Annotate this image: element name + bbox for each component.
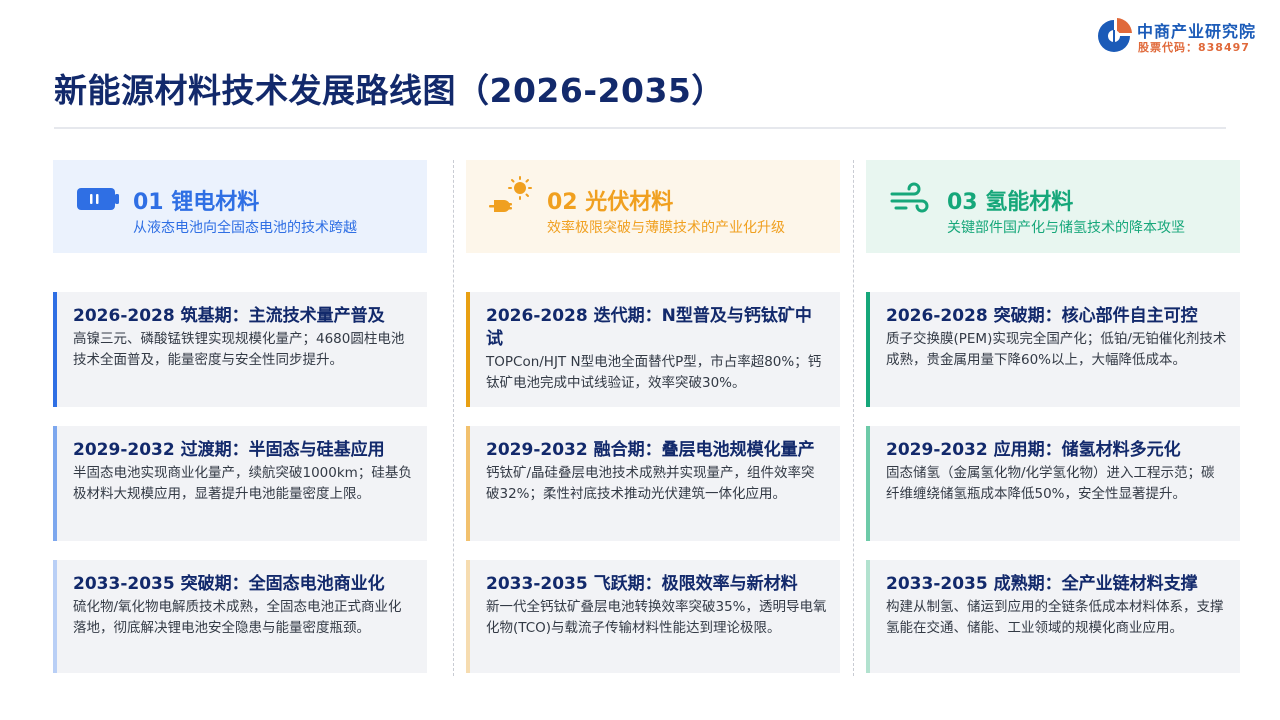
phase-title: 2033-2035 成熟期：全产业链材料支撑 [886,574,1198,594]
solar-phase-1: 2026-2028 迭代期：N型普及与钙钛矿中试 TOPCon/HJT N型电池… [466,292,840,407]
lithium-header-subtitle: 从液态电池向全固态电池的技术跨越 [133,220,357,236]
hydrogen-phase-1: 2026-2028 突破期：核心部件自主可控 质子交换膜(PEM)实现完全国产化… [866,292,1240,407]
page-title: 新能源材料技术发展路线图（2026-2035） [54,71,725,110]
phase-body: 构建从制氢、储运到应用的全链条低成本材料体系，支撑氢能在交通、储能、工业领域的规… [886,599,1224,636]
phase-title: 2026-2028 筑基期：主流技术量产普及 [73,306,385,326]
solar-phase-2: 2029-2032 融合期：叠层电池规模化量产 钙钛矿/晶硅叠层电池技术成熟并实… [466,426,840,541]
phase-body: 新一代全钙钛矿叠层电池转换效率突破35%，透明导电氧化物(TCO)与载流子传输材… [486,599,827,636]
phase-body: 高镍三元、磷酸锰铁锂实现规模化量产；4680圆柱电池技术全面普及，能量密度与安全… [73,331,405,368]
solar-plug-icon [489,176,532,212]
title-divider [54,127,1226,129]
phase-title: 2029-2032 应用期：储氢材料多元化 [886,440,1181,460]
phase-body: 半固态电池实现商业化量产，续航突破1000km；硅基负极材料大规模应用，显著提升… [73,465,412,502]
phase-body: 固态储氢（金属氢化物/化学氢化物）进入工程示范；碳纤维缠绕储氢瓶成本降低50%，… [886,465,1215,502]
wind-icon [890,182,929,213]
solar-header-card: 02 光伏材料 效率极限突破与薄膜技术的产业化升级 [466,160,840,253]
phase-title: 2026-2028 突破期：核心部件自主可控 [886,306,1198,326]
phase-title: 2033-2035 突破期：全固态电池商业化 [73,574,385,594]
phase-title: 2033-2035 飞跃期：极限效率与新材料 [486,574,798,594]
logo-stock-code: 股票代码：838497 [1138,41,1250,54]
solar-header-subtitle: 效率极限突破与薄膜技术的产业化升级 [547,220,785,236]
hydrogen-header-subtitle: 关键部件国产化与储氢技术的降本攻坚 [947,220,1185,236]
lithium-phase-3: 2033-2035 突破期：全固态电池商业化 硫化物/氧化物电解质技术成熟，全固… [53,560,427,673]
hydrogen-phase-2: 2029-2032 应用期：储氢材料多元化 固态储氢（金属氢化物/化学氢化物）进… [866,426,1240,541]
column-divider [853,160,854,676]
phase-body: 硫化物/氧化物电解质技术成熟，全固态电池正式商业化落地，彻底解决锂电池安全隐患与… [73,599,402,636]
phase-body: TOPCon/HJT N型电池全面替代P型，市占率超80%；钙钛矿电池完成中试线… [486,354,822,391]
phase-title: 2029-2032 过渡期：半固态与硅基应用 [73,440,385,460]
company-logo: 中商产业研究院 股票代码：838497 [1096,16,1276,56]
hydrogen-header-card: 03 氢能材料 关键部件国产化与储氢技术的降本攻坚 [866,160,1240,253]
phase-title: 2029-2032 融合期：叠层电池规模化量产 [486,440,815,460]
hydrogen-header-title: 03 氢能材料 [947,190,1074,215]
hydrogen-phase-3: 2033-2035 成熟期：全产业链材料支撑 构建从制氢、储运到应用的全链条低成… [866,560,1240,673]
phase-title: 2026-2028 迭代期：N型普及与钙钛矿中试 [486,306,812,349]
lithium-header-title: 01 锂电材料 [133,190,260,215]
lithium-phase-1: 2026-2028 筑基期：主流技术量产普及 高镍三元、磷酸锰铁锂实现规模化量产… [53,292,427,407]
solar-header-title: 02 光伏材料 [547,190,674,215]
lithium-header-card: 01 锂电材料 从液态电池向全固态电池的技术跨越 [53,160,427,253]
column-divider [453,160,454,676]
solar-phase-3: 2033-2035 飞跃期：极限效率与新材料 新一代全钙钛矿叠层电池转换效率突破… [466,560,840,673]
phase-body: 质子交换膜(PEM)实现完全国产化；低铂/无铂催化剂技术成熟，贵金属用量下降60… [886,331,1227,368]
phase-body: 钙钛矿/晶硅叠层电池技术成熟并实现量产，组件效率突破32%；柔性衬底技术推动光伏… [486,465,815,502]
lithium-phase-2: 2029-2032 过渡期：半固态与硅基应用 半固态电池实现商业化量产，续航突破… [53,426,427,541]
logo-mark-icon [1098,18,1132,52]
battery-icon [77,188,119,210]
